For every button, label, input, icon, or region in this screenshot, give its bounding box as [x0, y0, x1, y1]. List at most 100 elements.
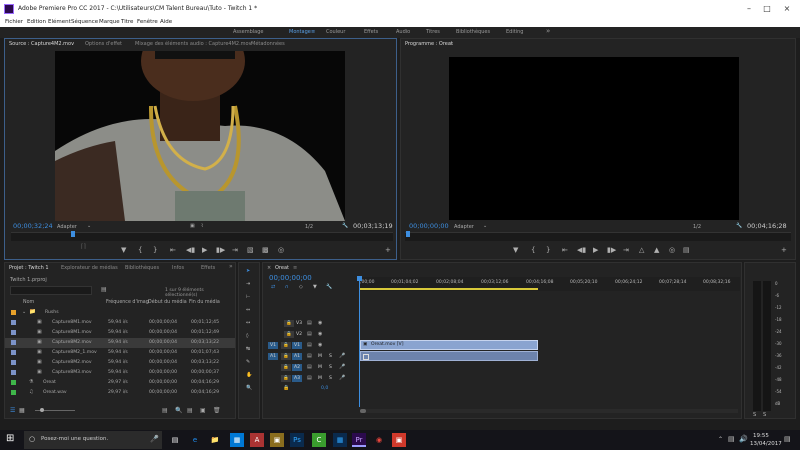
work-area-bar[interactable] [360, 288, 538, 290]
premiere-taskbar-icon[interactable]: Pr [352, 433, 366, 447]
pen-tool-icon[interactable]: ✎ [246, 359, 250, 365]
bin-row-rushs[interactable]: ⌄ 📁 Rushs [5, 308, 235, 318]
clear-icon[interactable]: 🗑 [213, 407, 221, 414]
program-extract-icon[interactable]: ▲ [654, 246, 659, 254]
program-add-button-icon[interactable]: + [781, 246, 787, 254]
workspace-montage[interactable]: Montage [289, 29, 311, 35]
program-settings-icon[interactable]: 🔧 [736, 223, 742, 229]
photoshop-icon[interactable]: Ps [290, 433, 304, 447]
workspace-bibliotheques[interactable]: Bibliothèques [456, 29, 490, 35]
source-patch-v1[interactable]: V1 [268, 342, 278, 349]
solo-button[interactable]: S [329, 376, 332, 381]
tab-project[interactable]: Projet : Twitch 1 [9, 265, 49, 271]
tab-program[interactable]: Programme : Oreat [405, 41, 453, 47]
new-bin-icon[interactable]: ▤ [187, 407, 193, 414]
program-lift-icon[interactable]: △ [639, 246, 644, 254]
timeline-ruler[interactable]: ;00;00 00;01;04;02 00;02;08;04 00;03;12;… [360, 277, 740, 291]
slip-tool-icon[interactable]: ↹ [246, 346, 250, 352]
source-add-marker-icon[interactable]: ▼ [121, 246, 126, 254]
track-target-a2[interactable]: A2 [292, 364, 302, 371]
source-timecode[interactable]: 00;00;32;24 [13, 222, 53, 230]
menu-edition[interactable]: Edition [27, 19, 46, 25]
mute-button[interactable]: M [318, 376, 322, 381]
source-mark-in-icon[interactable]: { [138, 246, 142, 254]
program-time-ruler[interactable] [405, 232, 791, 241]
source-add-button-icon[interactable]: + [385, 246, 391, 254]
track-lock-icon[interactable]: 🔒 [281, 375, 291, 382]
source-insert-icon[interactable]: ▧ [247, 246, 254, 254]
program-fit-chevron-icon[interactable]: ⌄ [483, 223, 487, 229]
chrome-icon[interactable]: ◉ [372, 433, 386, 447]
edge-browser-icon[interactable]: e [188, 433, 202, 447]
find-icon[interactable]: 🔍 [175, 407, 182, 414]
source-fit-chevron-icon[interactable]: ⌄ [87, 223, 91, 229]
source-overwrite-icon[interactable]: ▩ [262, 246, 269, 254]
source-settings-icon[interactable]: 🔧 [342, 223, 348, 229]
bin-expand-chevron-icon[interactable]: ⌄ [22, 309, 26, 315]
track-lock-icon[interactable]: 🔒 [281, 353, 291, 360]
timeline-playhead-handle-icon[interactable] [357, 276, 362, 281]
tab-audio-mixer[interactable]: Mixage des éléments audio : Capture4M2.m… [135, 41, 252, 47]
nest-icon[interactable]: ⇄ [271, 284, 275, 290]
zoom-tool-icon[interactable]: 🔍 [246, 385, 252, 391]
tab-metadata[interactable]: Métadonnées [251, 41, 285, 47]
workspace-menu-icon[interactable]: ≡ [311, 29, 315, 35]
source-mark-out-icon[interactable]: } [153, 246, 157, 254]
rolling-edit-tool-icon[interactable]: ⇔ [246, 307, 250, 313]
program-fit-dropdown[interactable]: Adapter [454, 224, 474, 230]
source-export-frame-icon[interactable]: ◎ [278, 246, 284, 254]
taskbar-search-input[interactable]: ○ Posez-moi une question. 🎤 [24, 431, 162, 449]
source-step-back-icon[interactable]: ◀▮ [186, 246, 195, 254]
meter-solo-left-button[interactable]: S [753, 412, 756, 418]
source-step-forward-icon[interactable]: ▮▶ [216, 246, 225, 254]
workspace-titres[interactable]: Titres [426, 29, 440, 35]
camtasia-icon[interactable]: C [312, 433, 326, 447]
menu-element[interactable]: Elément [48, 19, 71, 25]
track-eye-icon[interactable]: ◉ [318, 320, 322, 326]
workspace-couleur[interactable]: Couleur [326, 29, 345, 35]
source-jog-icon[interactable]: ⌈⌉ [81, 243, 86, 250]
store-icon[interactable]: ▦ [230, 433, 244, 447]
timeline-timecode[interactable]: 00;00;00;00 [269, 274, 312, 282]
program-comparison-icon[interactable]: ▤ [683, 246, 690, 254]
selection-tool-icon[interactable]: ➤ [246, 268, 250, 274]
linked-selection-icon[interactable]: ◇ [299, 284, 303, 290]
taskbar-date[interactable]: 13/04/2017 [750, 441, 782, 447]
scrollbar-handle[interactable] [360, 409, 366, 413]
list-item[interactable]: ▣ Capture8M2_1.mov 59,94 i/s 00;00;00;04… [5, 348, 235, 358]
tab-media-browser[interactable]: Explorateur de médias [61, 265, 118, 271]
source-video-frame[interactable] [55, 51, 345, 221]
program-add-marker-icon[interactable]: ▼ [513, 246, 518, 254]
col-header-framerate[interactable]: Fréquence d'imag [106, 300, 149, 305]
maximize-icon[interactable]: □ [760, 3, 774, 15]
track-target-a3[interactable]: A3 [292, 375, 302, 382]
program-mark-in-icon[interactable]: { [531, 246, 535, 254]
track-lock-icon[interactable]: 🔒 [284, 331, 294, 338]
list-item[interactable]: ⚗ Oreat 29,97 i/s 00;00;00;00 00;04;16;2… [5, 378, 235, 388]
track-sync-icon[interactable]: ▤ [307, 342, 312, 348]
source-go-to-in-icon[interactable]: ⇤ [170, 246, 176, 254]
acrobat-icon[interactable]: A [250, 433, 264, 447]
rate-stretch-tool-icon[interactable]: ↔ [246, 320, 250, 326]
project-more-icon[interactable]: » [229, 263, 233, 270]
program-export-frame-icon[interactable]: ◎ [669, 246, 675, 254]
source-patch-a1[interactable]: A1 [268, 353, 278, 360]
track-sync-icon[interactable]: ▤ [307, 364, 312, 370]
list-item[interactable]: ▣ Capture8M1.mov 59,94 i/s 00;00;00;04 0… [5, 328, 235, 338]
track-target-v1[interactable]: V1 [292, 342, 302, 349]
snap-icon[interactable]: ∩ [285, 284, 289, 290]
master-volume[interactable]: 0,0 [321, 386, 328, 391]
track-sync-icon[interactable]: ▤ [307, 375, 312, 381]
menu-marque[interactable]: Marque [99, 19, 120, 25]
close-icon[interactable]: × [780, 3, 794, 15]
audio-clip[interactable] [360, 351, 538, 361]
menu-titre[interactable]: Titre [121, 19, 133, 25]
program-video-frame[interactable] [449, 57, 739, 220]
program-tab-menu-icon[interactable]: ≡ [449, 41, 453, 47]
automate-to-sequence-icon[interactable]: ▤ [162, 407, 168, 414]
program-step-back-icon[interactable]: ◀▮ [577, 246, 586, 254]
workspace-more-icon[interactable]: » [546, 27, 550, 35]
video-clip[interactable]: ▣ Oreat.mov [V] [360, 340, 538, 350]
notifications-icon[interactable]: ▤ [784, 435, 791, 443]
file-explorer-icon[interactable]: 📁 [208, 433, 222, 447]
